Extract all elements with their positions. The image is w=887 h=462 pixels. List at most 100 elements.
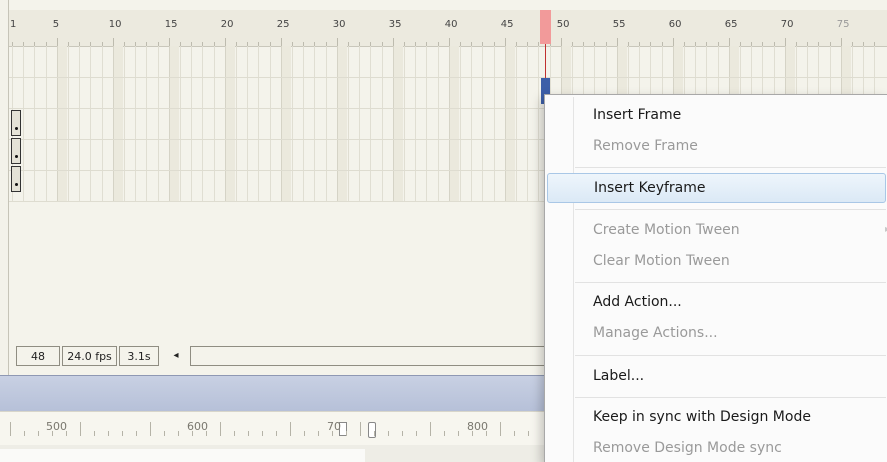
ruler-frame-number: 20 [220, 19, 234, 30]
ruler-tick [784, 38, 786, 46]
design-ruler-tick [80, 422, 81, 436]
ruler-frame-number: 40 [444, 19, 458, 30]
scroll-left-icon[interactable]: ◂ [163, 346, 189, 366]
design-ruler-tick [38, 431, 39, 436]
grid-line [504, 46, 506, 202]
grid-line [213, 46, 215, 202]
horizontal-scrollbar[interactable] [190, 346, 550, 366]
menu-item-keep-in-sync[interactable]: Keep in sync with Design Mode [547, 403, 886, 431]
ruler-frame-number: 60 [668, 19, 682, 30]
grid-line [471, 46, 473, 202]
grid-stripe [224, 46, 235, 202]
grid-line [325, 46, 327, 202]
grid-line [348, 46, 349, 202]
design-surface-panel [0, 449, 365, 462]
ruler-frame-number: 25 [276, 19, 290, 30]
design-ruler-tick [430, 422, 431, 436]
playhead-line [545, 44, 546, 80]
menu-item-add-action[interactable]: Add Action... [547, 288, 886, 316]
playhead[interactable] [540, 10, 551, 44]
grid-line [157, 46, 159, 202]
design-ruler-tick [108, 431, 109, 436]
menu-item-label-frame[interactable]: Label... [547, 362, 886, 390]
grid-line [336, 46, 338, 202]
layer-keyframes [11, 110, 21, 194]
menu-item-label: Label... [593, 368, 645, 384]
design-ruler-tick [318, 431, 319, 436]
grid-line [415, 46, 417, 202]
frame-ruler[interactable]: 1 5 10 15 20 25 30 35 40 45 50 55 60 65 70 75 [9, 10, 887, 47]
grid-line [392, 46, 394, 202]
grid-line [460, 46, 461, 202]
grid-line [180, 46, 181, 202]
menu-item-label: Insert Keyframe [594, 180, 706, 196]
grid-line [23, 46, 25, 202]
ruler-frame-number: 50 [556, 19, 570, 30]
grid-line [258, 46, 260, 202]
grid-line [516, 46, 517, 202]
ruler-frame-number: 35 [388, 19, 402, 30]
keyframe-3[interactable] [11, 166, 21, 192]
design-ruler-tick [122, 431, 123, 436]
design-ruler-label: 70 [327, 420, 341, 433]
design-ruler-tick [178, 431, 179, 436]
design-ruler-tick [514, 431, 515, 436]
grid-line [314, 46, 316, 202]
ruler-tick [840, 38, 842, 46]
menu-item-insert-frame[interactable]: Insert Frame [547, 101, 886, 129]
design-ruler-tick [234, 431, 235, 436]
design-ruler-tick [164, 431, 165, 436]
menu-item-label: Add Action... [593, 294, 682, 310]
ruler-tick [560, 38, 562, 46]
grid-line [79, 46, 81, 202]
menu-item-label: Remove Design Mode sync [593, 440, 782, 456]
grid-line [493, 46, 495, 202]
ruler-frame-number: 1 [10, 19, 17, 30]
ruler-tick [392, 38, 394, 46]
grid-line [146, 46, 148, 202]
ruler-frame-number: 70 [780, 19, 794, 30]
menu-item-create-motion-tween: Create Motion Tween▸ [547, 216, 887, 244]
grid-line [202, 46, 204, 202]
grid-line [124, 46, 125, 202]
menu-item-insert-keyframe[interactable]: Insert Keyframe [547, 173, 886, 203]
grid-line [90, 46, 92, 202]
grid-line [482, 46, 484, 202]
grid-stripe [336, 46, 347, 202]
grid-stripe [56, 46, 67, 202]
ruler-tick [728, 38, 730, 46]
design-ruler-tick [374, 431, 375, 436]
menu-item-label: Clear Motion Tween [593, 253, 730, 269]
timeline-status-bar: 48 24.0 fps 3.1s ◂ [8, 346, 550, 368]
design-ruler-tick [276, 431, 277, 436]
keyframe-2[interactable] [11, 138, 21, 164]
keyframe-1[interactable] [11, 110, 21, 136]
design-ruler-label: 600 [187, 420, 208, 433]
grid-line [381, 46, 383, 202]
ruler-tick [672, 38, 674, 46]
ruler-frame-number: 30 [332, 19, 346, 30]
grid-stripe [448, 46, 459, 202]
grid-line [135, 46, 137, 202]
design-ruler-tick [94, 431, 95, 436]
menu-item-label: Manage Actions... [593, 325, 718, 341]
ruler-frame-number: 75 [836, 19, 850, 30]
grid-line [280, 46, 282, 202]
menu-item-label: Insert Frame [593, 107, 682, 123]
ruler-tick [504, 38, 506, 46]
design-ruler-label: 800 [467, 420, 488, 433]
grid-line [269, 46, 271, 202]
design-ruler-tick [304, 431, 305, 436]
grid-line [538, 46, 540, 202]
menu-separator [575, 397, 886, 398]
ruler-frame-number: 55 [612, 19, 626, 30]
frame-rate-field[interactable]: 24.0 fps [62, 346, 117, 366]
ruler-frame-number: 45 [500, 19, 514, 30]
menu-separator [575, 209, 886, 210]
ruler-frame-number: 5 [52, 19, 60, 30]
ruler-tick [112, 38, 114, 46]
design-ruler-tick [136, 431, 137, 436]
ruler-tick [224, 38, 226, 46]
grid-line [45, 46, 47, 202]
menu-separator [575, 355, 886, 356]
